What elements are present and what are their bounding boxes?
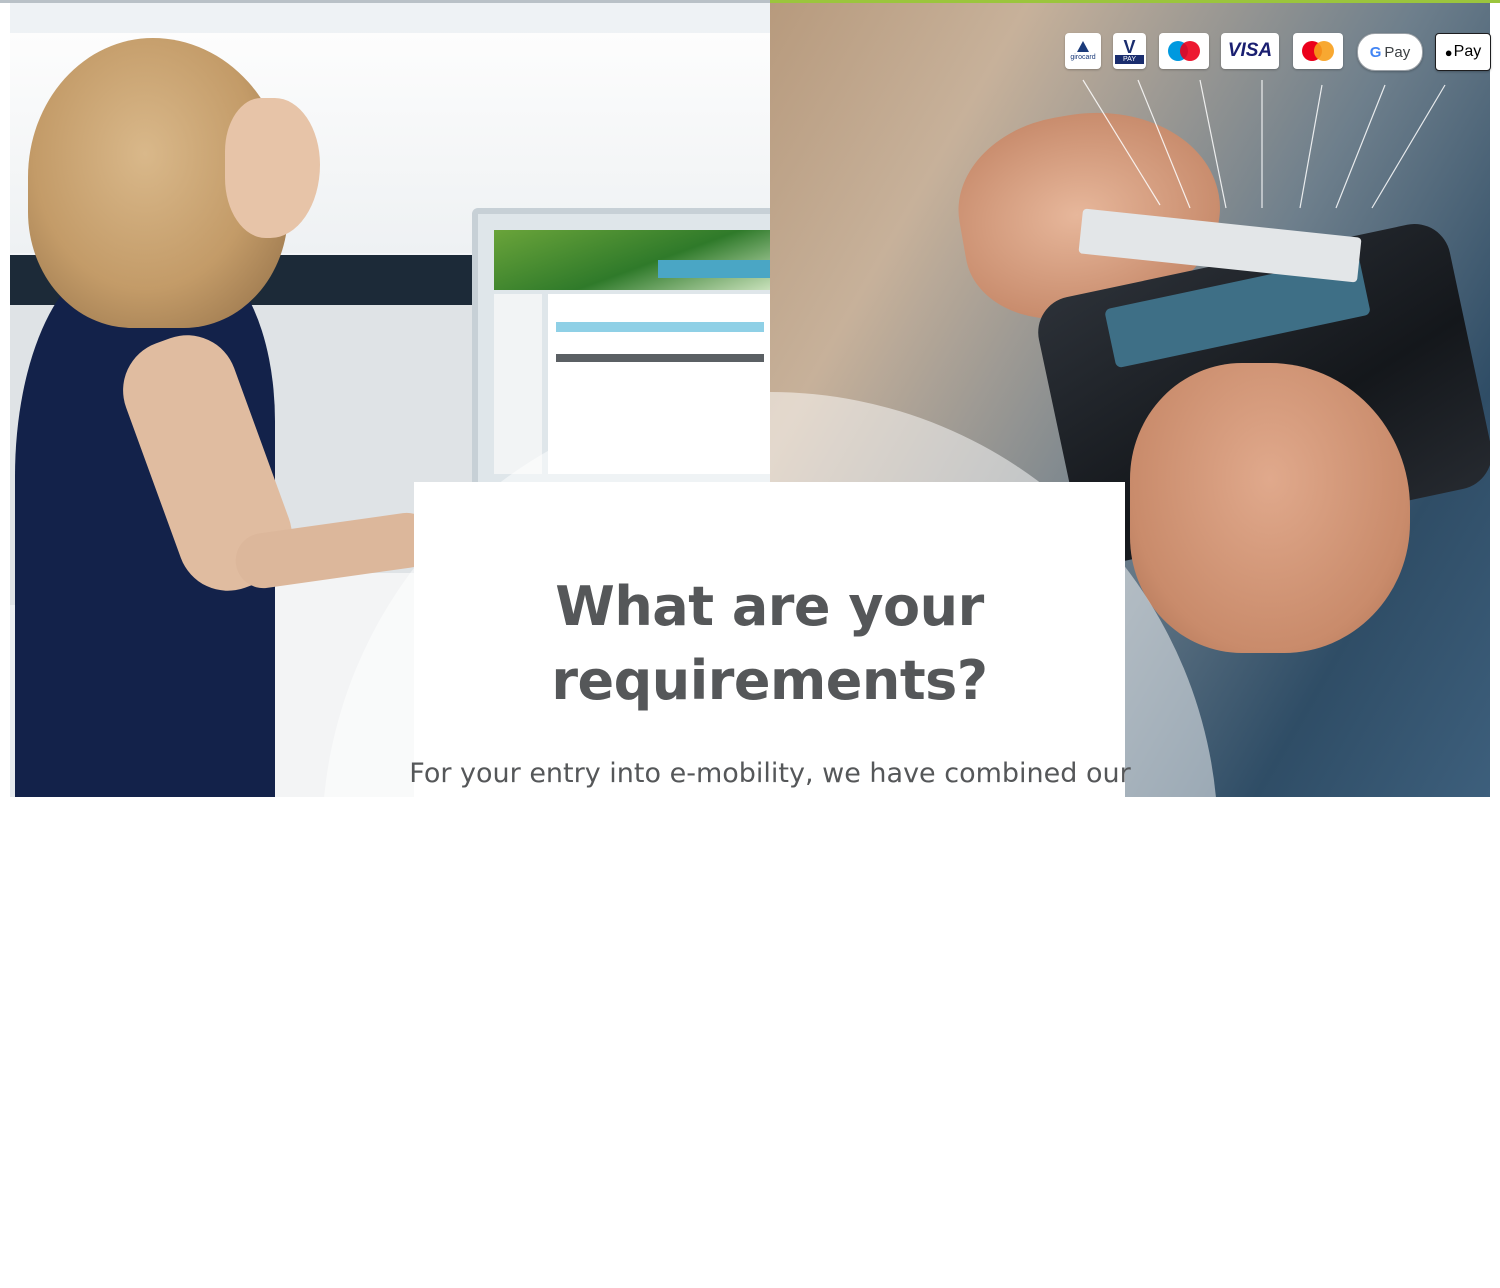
vpay-v: V [1123,36,1136,57]
intro-text: For your entry into e-mobility, we have … [409,758,1131,789]
apple-icon: ● [1444,44,1453,60]
maestro-logo [1159,33,1209,69]
girocard-logo: girocard [1065,33,1101,69]
payment-logos: girocard V PAY VISA G Pay ● Pay [0,33,1500,73]
laptop-screen-sidebar [494,294,542,474]
google-pay-logo: G Pay [1357,33,1423,71]
page-title: What are your requirements? [414,570,1125,718]
google-pay-label: Pay [1384,43,1411,61]
laptop-screen-tab [658,260,770,278]
laptop-screen-search [556,322,764,332]
vpay-logo: V PAY [1113,33,1146,69]
headline-line-1: What are your [555,575,984,638]
headline-line-2: requirements? [551,649,988,712]
visa-logo: VISA [1221,33,1279,69]
google-g-icon: G [1369,43,1382,61]
maestro-red-circle-icon [1180,41,1200,61]
hand-holding-terminal [1130,363,1410,653]
girocard-label: girocard [1070,54,1096,61]
laptop-screen-table-header [556,354,764,362]
vpay-pay: PAY [1115,54,1144,64]
mastercard-logo [1293,33,1343,69]
mastercard-yellow-circle-icon [1314,41,1334,61]
girocard-icon [1077,41,1089,52]
apple-pay-logo: ● Pay [1435,33,1491,71]
apple-pay-label: Pay [1453,43,1482,60]
